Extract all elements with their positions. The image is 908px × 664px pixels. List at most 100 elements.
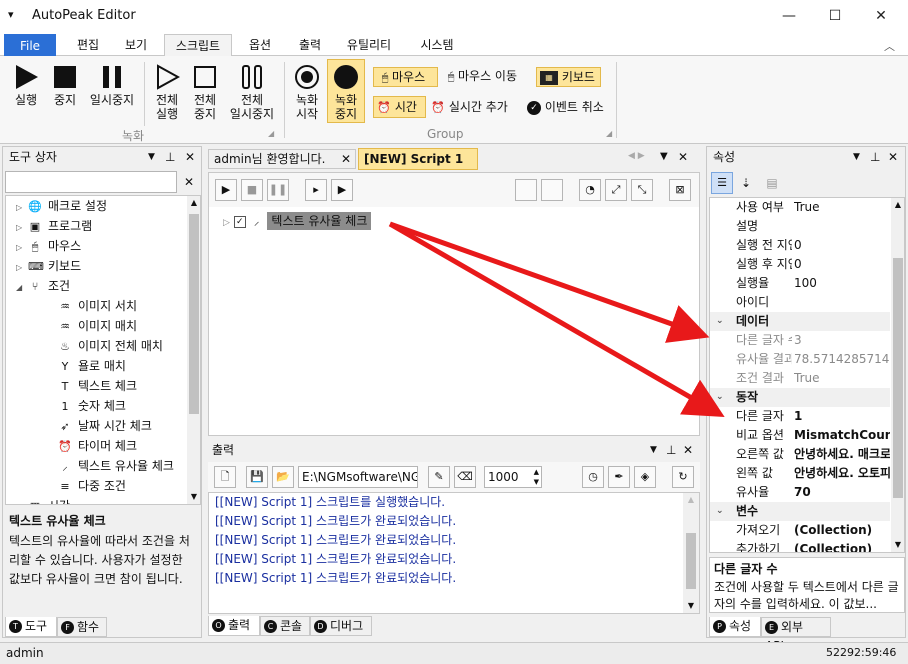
property-value[interactable]: 안녕하세요. 매크로 [794, 445, 890, 464]
reload-icon[interactable]: ↻ [672, 466, 694, 488]
pause-all-button[interactable]: 전체 일시중지 [224, 64, 280, 121]
tab-options[interactable]: 옵션 [238, 34, 282, 56]
step-icon[interactable]: ▸ [305, 179, 327, 201]
toolbox-item[interactable]: ⸝ 텍스트 유사율 체크 [6, 456, 186, 476]
property-row[interactable]: 가져오기 (Collection) [710, 521, 890, 540]
property-value[interactable]: 1 [794, 407, 890, 426]
pin-icon[interactable]: ⊥ [165, 147, 175, 167]
property-category[interactable]: ⌄ 데이터 [710, 312, 890, 331]
path-input[interactable]: E:\NGMsoftware\NG [298, 466, 418, 488]
toolbox-item[interactable]: 1 숫자 체크 [6, 396, 186, 416]
tab-properties[interactable]: P 속성 [709, 617, 761, 637]
expand-icon[interactable]: ⤢ [605, 179, 627, 201]
new-file-icon[interactable]: 🗋 [214, 466, 236, 488]
fill-icon[interactable]: ◈ [634, 466, 656, 488]
property-row[interactable]: 실행 전 지연0 [710, 236, 890, 255]
dropdown-icon[interactable]: ▼ [148, 147, 155, 167]
tab-edit[interactable]: 편집 [66, 34, 110, 56]
tab-functions[interactable]: F 함수 [57, 617, 107, 637]
eraser-icon[interactable]: ⌫ [454, 466, 476, 488]
toolbox-item[interactable]: ▷ 🖱 마우스 [6, 236, 186, 256]
collapse-icon[interactable]: ⌄ [716, 312, 724, 331]
tree-expand-icon[interactable]: ▷ [16, 198, 28, 218]
run-all-button[interactable]: 전체 실행 [148, 64, 186, 121]
play-icon[interactable]: ▶ [215, 179, 237, 201]
stepper-arrows-icon[interactable]: ▲ ▼ [534, 467, 539, 487]
toolbox-item[interactable]: ▷ ▣ 프로그램 [6, 216, 186, 236]
property-category[interactable]: ⌄ 동작 [710, 388, 890, 407]
clear-search-icon[interactable]: ✕ [178, 171, 200, 193]
tab-welcome[interactable]: admin님 환영합니다. ✕ [208, 149, 356, 169]
close-icon[interactable]: ✕ [888, 147, 898, 167]
dropdown-icon[interactable]: ▼ [660, 151, 668, 162]
dropdown-icon[interactable]: ▼ [650, 440, 657, 460]
property-value[interactable]: (Collection) [794, 540, 890, 552]
close-icon[interactable]: ✕ [678, 150, 688, 164]
dialog-launcher-icon[interactable]: ◢ [268, 129, 274, 138]
tab-script-1[interactable]: [NEW] Script 1 [358, 148, 478, 170]
toolbox-item[interactable]: ♨ 이미지 전체 매치 [6, 336, 186, 356]
folder-icon[interactable]: 📂 [272, 466, 294, 488]
pen-icon[interactable]: ✒ [608, 466, 630, 488]
minimize-button[interactable]: — [766, 0, 812, 32]
tab-nav-icon[interactable]: ◀ ▶ [628, 151, 645, 161]
tab-script[interactable]: 스크립트 [164, 34, 232, 57]
categorized-icon[interactable]: ☰ [711, 172, 733, 194]
stop-all-button[interactable]: 전체 중지 [186, 64, 224, 121]
count-stepper[interactable]: 1000 ▲ ▼ [484, 466, 542, 488]
toolbox-item[interactable]: ▷ ⌨ 키보드 [6, 256, 186, 276]
collapse-ribbon-icon[interactable]: ︿ [884, 38, 895, 54]
mouse-record-toggle[interactable]: 🖱 마우스 [373, 67, 438, 87]
property-row[interactable]: 실행 후 지연0 [710, 255, 890, 274]
property-row[interactable]: 오른쪽 값 안녕하세요. 매크로 [710, 445, 890, 464]
run-button[interactable]: 실행 [6, 64, 46, 107]
tab-console[interactable]: C 콘솔 [260, 616, 310, 636]
tab-system[interactable]: 시스템 [408, 34, 466, 56]
property-value[interactable]: 70 [794, 483, 890, 502]
close-icon[interactable]: ✕ [185, 147, 195, 167]
property-row[interactable]: 비교 옵션 MismatchCount [710, 426, 890, 445]
property-row[interactable]: 다른 글자 수3 [710, 331, 890, 350]
checkbox[interactable]: ✓ [233, 215, 246, 228]
dropdown-icon[interactable]: ▼ [853, 147, 860, 167]
tab-tools[interactable]: T 도구 [5, 617, 57, 637]
brush-icon[interactable]: ✎ [428, 466, 450, 488]
tree-expand-icon[interactable]: ▷ [16, 258, 28, 278]
property-value[interactable]: 100 [794, 274, 890, 293]
property-value[interactable]: 78.5714285714 [794, 350, 890, 369]
toolbox-item[interactable]: ▷ 🌐 매크로 설정 [6, 196, 186, 216]
close-icon[interactable]: ✕ [683, 440, 693, 460]
property-value[interactable]: True [794, 369, 890, 388]
vertical-scrollbar[interactable]: ▲ ▼ [891, 198, 904, 552]
property-row[interactable]: 조건 결과 True [710, 369, 890, 388]
event-cancel-toggle[interactable]: ✓ 이벤트 취소 [527, 97, 604, 117]
tab-utility[interactable]: 유틸리티 [338, 34, 400, 56]
property-value[interactable]: True [794, 198, 890, 217]
toolbox-item[interactable]: ♒ 이미지 매치 [6, 316, 186, 336]
property-value[interactable]: 0 [794, 236, 890, 255]
menu-icon[interactable]: ▾ [8, 8, 14, 21]
blank-icon[interactable] [515, 179, 537, 201]
time-record-toggle[interactable]: ⏰ 시간 [373, 96, 426, 118]
close-button[interactable]: ✕ [858, 0, 904, 32]
property-row[interactable]: 설명 [710, 217, 890, 236]
toolbox-item[interactable]: ⏰ 타이머 체크 [6, 436, 186, 456]
tab-file[interactable]: File [4, 34, 56, 56]
property-pages-icon[interactable]: ▤ [761, 172, 783, 194]
clear-icon[interactable]: ⊠ [669, 179, 691, 201]
stop-icon[interactable]: ■ [241, 179, 263, 201]
property-value[interactable]: 0 [794, 255, 890, 274]
toolbox-item[interactable]: ➶ 날짜 시간 체크 [6, 416, 186, 436]
collapse-icon[interactable]: ⤡ [631, 179, 653, 201]
property-row[interactable]: 아이디 [710, 293, 890, 312]
script-node[interactable]: ▷ ✓ ⸝ 텍스트 유사율 체크 [223, 211, 372, 231]
property-row[interactable]: 다른 글자 1 [710, 407, 890, 426]
property-row[interactable]: 유사율 결과 78.5714285714 [710, 350, 890, 369]
record-start-button[interactable]: 녹화 시작 [288, 64, 326, 121]
pin-icon[interactable]: ⊥ [666, 440, 676, 460]
tab-view[interactable]: 보기 [114, 34, 158, 56]
toolbox-item[interactable]: ◢ ⑂ 조건 [6, 276, 186, 296]
property-row[interactable]: 유사율 70 [710, 483, 890, 502]
clock-icon[interactable]: ◷ [582, 466, 604, 488]
vertical-scrollbar[interactable]: ▲ ▼ [683, 493, 699, 613]
